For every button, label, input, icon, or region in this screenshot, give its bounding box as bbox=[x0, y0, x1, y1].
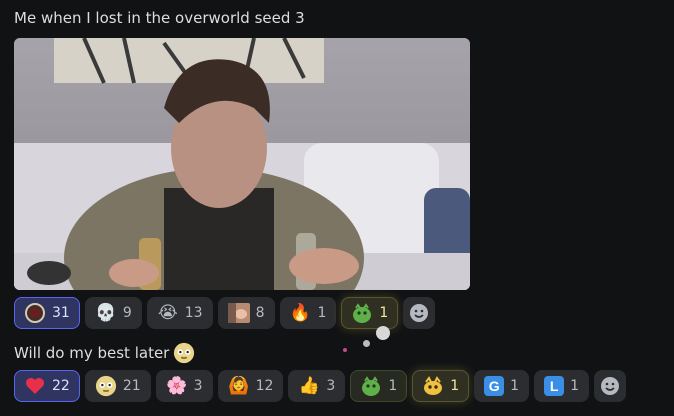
crying-face-icon: 😭 bbox=[157, 302, 178, 323]
face-emoji-icon bbox=[95, 375, 117, 397]
reaction-count: 1 bbox=[379, 305, 389, 321]
reaction-count: 22 bbox=[52, 378, 70, 394]
reaction-green-creature[interactable]: 1 bbox=[341, 297, 399, 329]
reaction-fire[interactable]: 🔥 1 bbox=[279, 297, 337, 329]
reaction-count: 13 bbox=[184, 305, 203, 321]
video-attachment[interactable] bbox=[14, 38, 470, 290]
green-creature-icon bbox=[360, 375, 382, 397]
reactions-bar: 31 💀 9 😭 13 8 🔥 1 1 bbox=[14, 297, 436, 329]
reaction-count: 31 bbox=[52, 305, 70, 321]
reaction-count: 1 bbox=[388, 378, 398, 394]
reaction-face[interactable]: 21 bbox=[84, 370, 151, 402]
reaction-count: 1 bbox=[450, 378, 460, 394]
video-frame bbox=[14, 38, 470, 290]
person-gesture-icon: 🙆 bbox=[227, 375, 250, 396]
smiley-add-icon bbox=[601, 377, 620, 395]
reaction-thumbs-up[interactable]: 👍 3 bbox=[288, 370, 346, 402]
heart-icon bbox=[24, 375, 46, 397]
reaction-letter-g[interactable]: G 1 bbox=[474, 370, 530, 402]
reaction-count: 21 bbox=[122, 378, 141, 394]
reaction-count: 1 bbox=[570, 378, 580, 394]
message-text: Will do my best later bbox=[14, 342, 195, 364]
portal-emoji-icon bbox=[24, 302, 46, 324]
fire-icon: 🔥 bbox=[289, 302, 312, 323]
message-text: Me when I lost in the overworld seed 3 bbox=[14, 9, 305, 27]
message-text-content: Will do my best later bbox=[14, 344, 170, 362]
letter-g-icon: G bbox=[484, 376, 505, 396]
skull-icon: 💀 bbox=[95, 302, 117, 323]
add-reaction-button[interactable] bbox=[403, 297, 436, 329]
reaction-count: 3 bbox=[193, 378, 203, 394]
sparkle-effect bbox=[343, 348, 347, 352]
reaction-count: 12 bbox=[255, 378, 274, 394]
sparkle-effect bbox=[376, 326, 390, 340]
reaction-count: 1 bbox=[510, 378, 520, 394]
photo-emoji-icon bbox=[227, 302, 250, 324]
smiley-add-icon bbox=[410, 304, 429, 322]
reaction-flower[interactable]: 🌸 3 bbox=[155, 370, 213, 402]
green-creature-icon bbox=[351, 302, 373, 324]
reaction-photo[interactable]: 8 bbox=[217, 297, 275, 329]
reaction-glowing-creature[interactable]: 1 bbox=[412, 370, 470, 402]
flower-icon: 🌸 bbox=[166, 375, 188, 396]
thumbs-up-icon: 👍 bbox=[298, 375, 320, 396]
letter-l-icon: L bbox=[544, 376, 565, 396]
reaction-count: 1 bbox=[317, 305, 327, 321]
reaction-crying[interactable]: 😭 13 bbox=[146, 297, 213, 329]
reaction-portal[interactable]: 31 bbox=[14, 297, 80, 329]
reaction-gesture[interactable]: 🙆 12 bbox=[217, 370, 284, 402]
reaction-letter-l[interactable]: L 1 bbox=[534, 370, 590, 402]
reaction-count: 8 bbox=[255, 305, 265, 321]
reaction-count: 3 bbox=[326, 378, 336, 394]
face-emoji-icon bbox=[173, 342, 195, 364]
sparkle-effect bbox=[363, 340, 370, 347]
add-reaction-button[interactable] bbox=[594, 370, 627, 402]
reaction-green-creature[interactable]: 1 bbox=[350, 370, 408, 402]
glowing-creature-icon bbox=[422, 375, 444, 397]
reaction-heart[interactable]: 22 bbox=[14, 370, 80, 402]
reaction-count: 9 bbox=[122, 305, 132, 321]
reactions-bar: 22 21 🌸 3 🙆 12 👍 3 1 1 G 1 L 1 bbox=[14, 370, 627, 402]
reaction-skull[interactable]: 💀 9 bbox=[84, 297, 142, 329]
